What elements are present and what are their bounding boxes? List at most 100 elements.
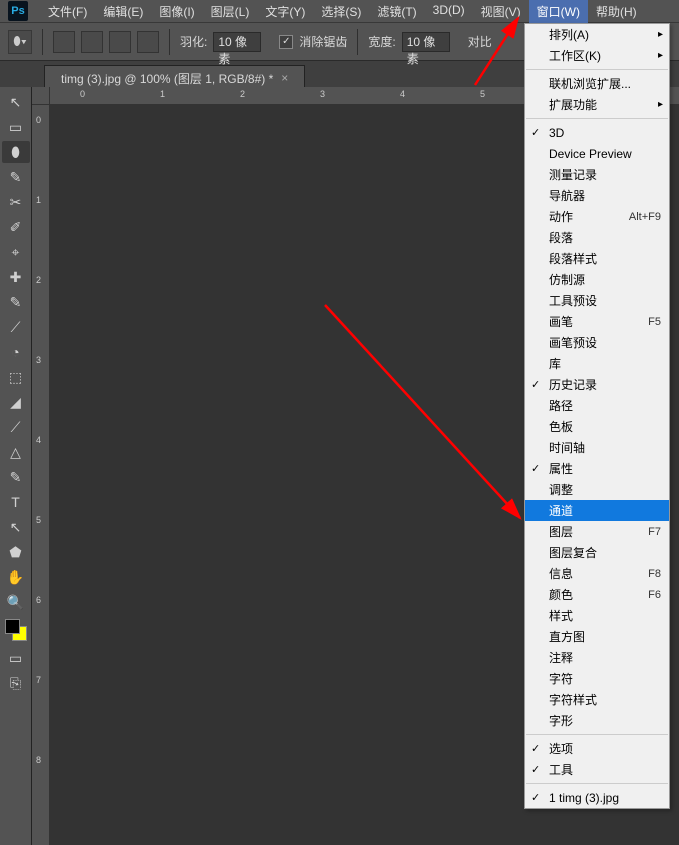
screenmode-icon[interactable]: ⎘ bbox=[2, 672, 30, 694]
check-icon: ✓ bbox=[531, 742, 540, 755]
tool-10[interactable]: ◔ bbox=[2, 341, 30, 363]
menu-item-样式[interactable]: 样式 bbox=[525, 605, 669, 626]
antialias-checkbox[interactable]: ✓ bbox=[279, 35, 293, 49]
tool-11[interactable]: ⬚ bbox=[2, 366, 30, 388]
menu-item-色板[interactable]: 色板 bbox=[525, 416, 669, 437]
tool-6[interactable]: ⌖ bbox=[2, 241, 30, 263]
ruler-tick: 4 bbox=[36, 435, 41, 445]
menu-item-信息[interactable]: 信息F8 bbox=[525, 563, 669, 584]
menu-item-label: Device Preview bbox=[549, 147, 632, 161]
tool-16[interactable]: T bbox=[2, 491, 30, 513]
menu-item-时间轴[interactable]: 时间轴 bbox=[525, 437, 669, 458]
menu-帮助[interactable]: 帮助(H) bbox=[588, 0, 645, 23]
menu-item-工具[interactable]: ✓工具 bbox=[525, 759, 669, 780]
menu-item-通道[interactable]: 通道 bbox=[525, 500, 669, 521]
menu-文件[interactable]: 文件(F) bbox=[40, 0, 95, 23]
menu-item-历史记录[interactable]: ✓历史记录 bbox=[525, 374, 669, 395]
tool-18[interactable]: ⬟ bbox=[2, 541, 30, 563]
tool-5[interactable]: ✐ bbox=[2, 216, 30, 238]
menu-item-label: 导航器 bbox=[549, 187, 585, 204]
check-icon: ✓ bbox=[531, 378, 540, 391]
tool-17[interactable]: ↖ bbox=[2, 516, 30, 538]
color-swatch[interactable] bbox=[5, 619, 27, 641]
menu-item-工具预设[interactable]: 工具预设 bbox=[525, 290, 669, 311]
menu-窗口[interactable]: 窗口(W) bbox=[529, 0, 588, 23]
menu-item-调整[interactable]: 调整 bbox=[525, 479, 669, 500]
tool-0[interactable]: ↖ bbox=[2, 91, 30, 113]
menu-编辑[interactable]: 编辑(E) bbox=[95, 0, 151, 23]
tab-title: timg (3).jpg @ 100% (图层 1, RGB/8#) * bbox=[61, 70, 273, 87]
tool-7[interactable]: ✚ bbox=[2, 266, 30, 288]
width-input[interactable]: 10 像素 bbox=[402, 32, 450, 52]
feather-input[interactable]: 10 像素 bbox=[213, 32, 261, 52]
foreground-color[interactable] bbox=[5, 619, 20, 634]
menu-视图[interactable]: 视图(V) bbox=[473, 0, 529, 23]
ruler-origin[interactable] bbox=[32, 87, 50, 105]
tool-13[interactable]: ⟋ bbox=[2, 416, 30, 438]
selection-new-icon[interactable] bbox=[53, 31, 75, 53]
menu-item-画笔预设[interactable]: 画笔预设 bbox=[525, 332, 669, 353]
quickmask-icon[interactable]: ▭ bbox=[2, 647, 30, 669]
tool-8[interactable]: ✎ bbox=[2, 291, 30, 313]
menu-item-联机浏览扩展...[interactable]: 联机浏览扩展... bbox=[525, 73, 669, 94]
selection-subtract-icon[interactable] bbox=[109, 31, 131, 53]
tool-4[interactable]: ✂ bbox=[2, 191, 30, 213]
menu-item-路径[interactable]: 路径 bbox=[525, 395, 669, 416]
menu-选择[interactable]: 选择(S) bbox=[313, 0, 369, 23]
menu-item-测量记录[interactable]: 测量记录 bbox=[525, 164, 669, 185]
menu-item-排列(A)[interactable]: 排列(A) bbox=[525, 24, 669, 45]
menu-item-label: 画笔 bbox=[549, 313, 573, 330]
menu-文字[interactable]: 文字(Y) bbox=[257, 0, 313, 23]
menu-item-画笔[interactable]: 画笔F5 bbox=[525, 311, 669, 332]
menu-item-仿制源[interactable]: 仿制源 bbox=[525, 269, 669, 290]
menu-item-动作[interactable]: 动作Alt+F9 bbox=[525, 206, 669, 227]
menu-item-导航器[interactable]: 导航器 bbox=[525, 185, 669, 206]
tool-12[interactable]: ◢ bbox=[2, 391, 30, 413]
menu-item-直方图[interactable]: 直方图 bbox=[525, 626, 669, 647]
selection-add-icon[interactable] bbox=[81, 31, 103, 53]
menu-item-label: 通道 bbox=[549, 502, 573, 519]
menu-separator bbox=[526, 734, 668, 735]
menu-item-label: 字符 bbox=[549, 670, 573, 687]
tool-preset-icon[interactable]: ⬮▾ bbox=[8, 30, 32, 54]
menu-item-Device Preview[interactable]: Device Preview bbox=[525, 143, 669, 164]
menu-item-工作区(K)[interactable]: 工作区(K) bbox=[525, 45, 669, 66]
tool-9[interactable]: ⟋ bbox=[2, 316, 30, 338]
close-icon[interactable]: × bbox=[281, 71, 288, 85]
check-icon: ✓ bbox=[531, 462, 540, 475]
tool-15[interactable]: ✎ bbox=[2, 466, 30, 488]
ruler-vertical[interactable]: 012345678 bbox=[32, 105, 50, 845]
menu-item-扩展功能[interactable]: 扩展功能 bbox=[525, 94, 669, 115]
menu-item-图层[interactable]: 图层F7 bbox=[525, 521, 669, 542]
menu-item-属性[interactable]: ✓属性 bbox=[525, 458, 669, 479]
menu-item-图层复合[interactable]: 图层复合 bbox=[525, 542, 669, 563]
menu-item-label: 颜色 bbox=[549, 586, 573, 603]
menu-item-字形[interactable]: 字形 bbox=[525, 710, 669, 731]
menu-item-字符[interactable]: 字符 bbox=[525, 668, 669, 689]
menu-滤镜[interactable]: 滤镜(T) bbox=[369, 0, 424, 23]
document-tab[interactable]: timg (3).jpg @ 100% (图层 1, RGB/8#) * × bbox=[44, 65, 305, 87]
menu-item-1 timg (3).jpg[interactable]: ✓1 timg (3).jpg bbox=[525, 787, 669, 808]
menu-item-label: 色板 bbox=[549, 418, 573, 435]
tools-panel: ↖ ▭ ⬮ ✎ ✂ ✐ ⌖ ✚ ✎ ⟋ ◔ ⬚ ◢ ⟋ △ ✎ T ↖ ⬟ ✋ 🔍 ▭ ⎘ bbox=[0, 87, 32, 845]
menu-item-颜色[interactable]: 颜色F6 bbox=[525, 584, 669, 605]
menu-item-注释[interactable]: 注释 bbox=[525, 647, 669, 668]
selection-intersect-icon[interactable] bbox=[137, 31, 159, 53]
menu-item-字符样式[interactable]: 字符样式 bbox=[525, 689, 669, 710]
tool-14[interactable]: △ bbox=[2, 441, 30, 463]
shortcut-label: Alt+F9 bbox=[629, 211, 661, 223]
menu-图层[interactable]: 图层(L) bbox=[203, 0, 258, 23]
menu-item-段落样式[interactable]: 段落样式 bbox=[525, 248, 669, 269]
menu-item-库[interactable]: 库 bbox=[525, 353, 669, 374]
menu-item-选项[interactable]: ✓选项 bbox=[525, 738, 669, 759]
menu-item-段落[interactable]: 段落 bbox=[525, 227, 669, 248]
menu-图像[interactable]: 图像(I) bbox=[151, 0, 202, 23]
tool-20[interactable]: 🔍 bbox=[2, 591, 30, 613]
menu-3D[interactable]: 3D(D) bbox=[425, 0, 473, 23]
menu-item-label: 直方图 bbox=[549, 628, 585, 645]
tool-1[interactable]: ▭ bbox=[2, 116, 30, 138]
tool-2[interactable]: ⬮ bbox=[2, 141, 30, 163]
tool-3[interactable]: ✎ bbox=[2, 166, 30, 188]
menu-item-3D[interactable]: ✓3D bbox=[525, 122, 669, 143]
tool-19[interactable]: ✋ bbox=[2, 566, 30, 588]
